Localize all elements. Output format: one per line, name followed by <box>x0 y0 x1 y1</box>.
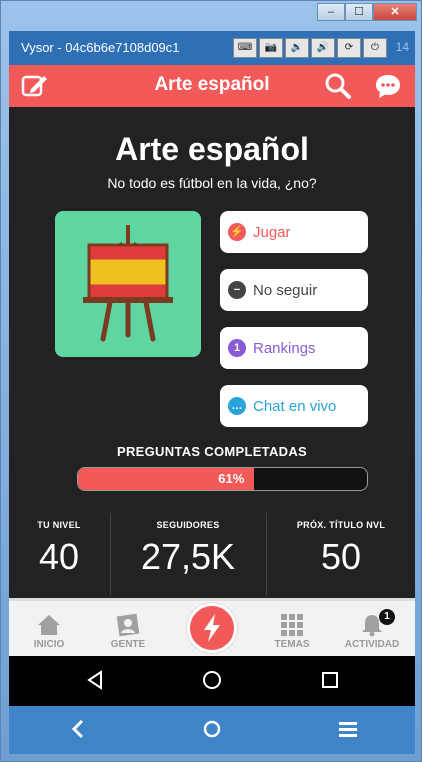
vysor-footer-bar <box>9 706 415 754</box>
home-icon <box>38 615 60 635</box>
android-nav-bar <box>9 656 415 706</box>
maximize-button[interactable]: ☐ <box>345 3 373 21</box>
tab-topics-label: TEMAS <box>274 639 310 650</box>
stat-level-value: 40 <box>38 536 80 577</box>
notification-badge: 1 <box>379 609 395 625</box>
progress-bar: 61% <box>77 467 368 491</box>
stat-level: TU NIVEL 40 <box>9 520 109 578</box>
app-bar-title: Arte español <box>154 74 270 95</box>
window-title: Vysor - 04c6b6e7108d09c1 <box>21 40 180 55</box>
phone-screen: Arte español Arte español No todo es fút… <box>9 65 415 706</box>
tab-activity[interactable]: ACTIVIDAD <box>337 611 407 650</box>
window-controls: – ☐ ✕ <box>317 3 417 21</box>
volume-down-icon[interactable]: 🔉 <box>285 38 309 58</box>
progress-percent: 61% <box>218 471 245 486</box>
rotate-icon[interactable]: ⟳ <box>337 38 361 58</box>
tab-home[interactable]: INICIO <box>14 611 84 650</box>
vysor-window: – ☐ ✕ Vysor - 04c6b6e7108d09c1 ⌨ 📷 🔉 🔊 ⟳… <box>0 0 422 762</box>
power-icon[interactable]: ⏻ <box>363 38 387 58</box>
topic-image <box>55 211 201 357</box>
easel-icon <box>83 225 173 342</box>
search-icon[interactable] <box>323 71 353 101</box>
play-label: Jugar <box>253 223 291 241</box>
home-circle-icon[interactable] <box>202 670 222 690</box>
chevron-left-icon[interactable] <box>67 718 89 740</box>
tab-topics[interactable]: TEMAS <box>257 611 327 650</box>
stat-followers: SEGUIDORES 27,5K <box>111 520 265 578</box>
minus-icon: − <box>228 281 246 299</box>
progress-label: PREGUNTAS COMPLETADAS <box>117 444 307 459</box>
camera-icon[interactable]: 📷 <box>259 38 283 58</box>
chat-bubble-icon[interactable] <box>373 71 403 101</box>
app-bar: Arte español <box>9 65 415 107</box>
rankings-button[interactable]: 1 Rankings <box>220 327 368 369</box>
toolbar-suffix: 14 <box>395 40 409 54</box>
tab-people-label: GENTE <box>110 639 146 650</box>
bottom-tab-bar: INICIO GENTE TEMAS ACTIVIDAD 1 <box>9 598 415 656</box>
bolt-icon <box>204 614 220 642</box>
live-chat-button[interactable]: … Chat en vivo <box>220 385 368 427</box>
play-button[interactable]: ⚡ Jugar <box>220 211 368 253</box>
unfollow-label: No seguir <box>253 281 318 299</box>
back-icon[interactable] <box>85 670 105 690</box>
topic-subtitle: No todo es fútbol en la vida, ¿no? <box>107 175 317 191</box>
live-chat-label: Chat en vivo <box>253 397 337 415</box>
stat-next-title-value: 50 <box>320 536 362 577</box>
play-fab-button[interactable] <box>187 603 237 653</box>
topic-title: Arte español <box>115 131 309 167</box>
keyboard-icon[interactable]: ⌨ <box>233 38 257 58</box>
unfollow-button[interactable]: − No seguir <box>220 269 368 311</box>
close-button[interactable]: ✕ <box>373 3 417 21</box>
tab-people[interactable]: GENTE <box>93 611 163 650</box>
volume-up-icon[interactable]: 🔊 <box>311 38 335 58</box>
stat-followers-value: 27,5K <box>140 536 236 577</box>
stat-level-label: TU NIVEL <box>37 520 81 530</box>
home-circle-icon[interactable] <box>201 718 223 740</box>
menu-icon[interactable] <box>337 718 359 740</box>
chat-icon: … <box>228 397 246 415</box>
people-icon <box>116 613 140 637</box>
tab-home-label: INICIO <box>33 639 65 650</box>
medal-icon: 1 <box>228 339 246 357</box>
recents-icon[interactable] <box>320 670 340 690</box>
tab-activity-label: ACTIVIDAD <box>344 639 400 650</box>
vysor-toolbar: Vysor - 04c6b6e7108d09c1 ⌨ 📷 🔉 🔊 ⟳ ⏻ 14 <box>9 31 415 65</box>
minimize-button[interactable]: – <box>317 3 345 21</box>
window-titlebar: – ☐ ✕ <box>1 1 422 31</box>
stat-followers-label: SEGUIDORES <box>156 520 220 530</box>
stat-next-title-label: PRÓX. TÍTULO NVL <box>296 520 386 530</box>
vysor-tools: ⌨ 📷 🔉 🔊 ⟳ ⏻ <box>233 38 387 58</box>
stat-next-title: PRÓX. TÍTULO NVL 50 <box>267 520 415 578</box>
grid-icon <box>281 614 303 636</box>
rankings-label: Rankings <box>253 339 316 357</box>
bolt-icon: ⚡ <box>228 223 246 241</box>
